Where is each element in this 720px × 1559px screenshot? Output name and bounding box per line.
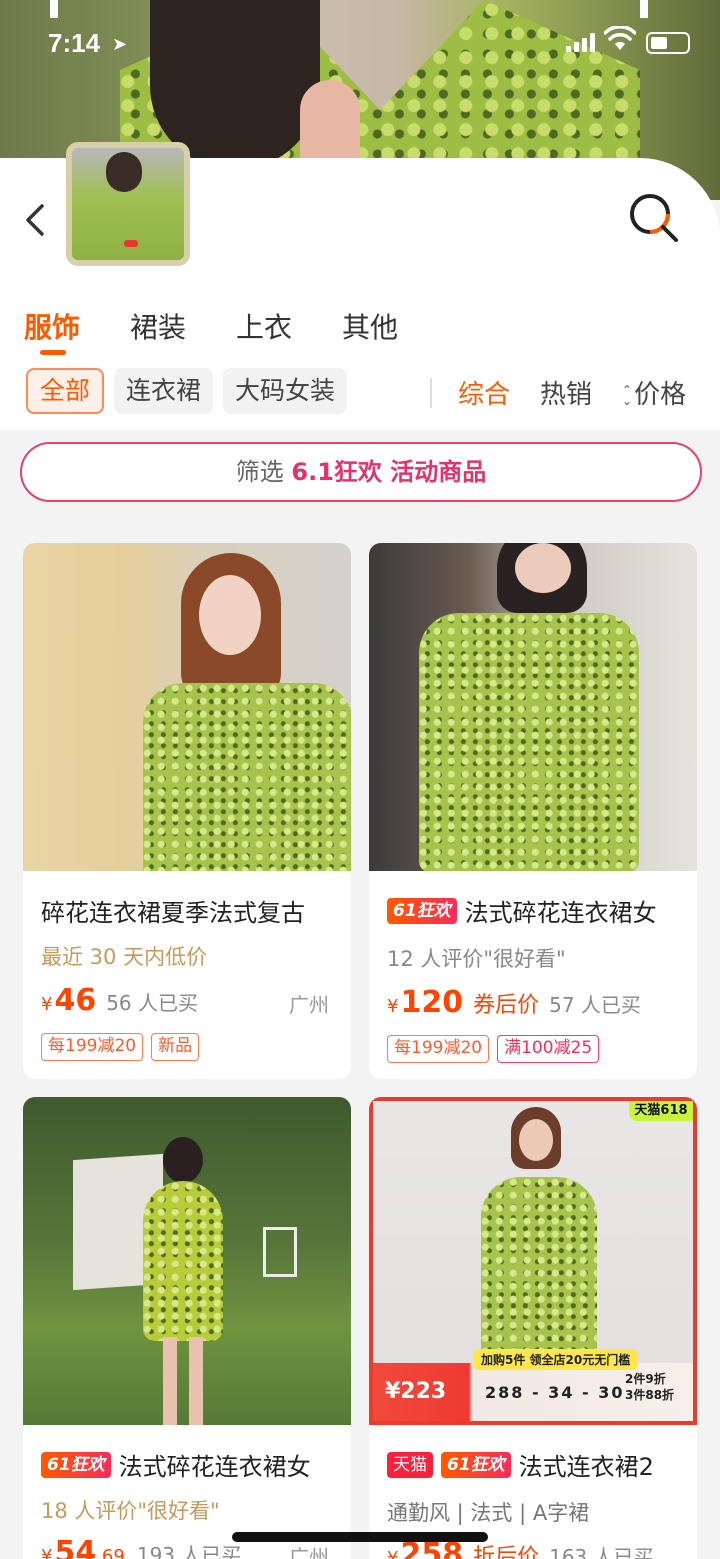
price-line: ¥120 券后价 57 人已买: [387, 985, 641, 1020]
product-title: 法式连衣裙2: [518, 1453, 654, 1481]
product-image: [369, 543, 697, 871]
promo-banner: 加购5件 领全店20元无门槛 ¥223 288 - 34 - 30 2件9折 3…: [373, 1349, 693, 1421]
model-figure: [409, 543, 659, 871]
promo-highlight: 6.1狂欢 活动商品: [291, 458, 487, 486]
product-title-row: 61狂欢 法式碎花连衣裙女: [41, 1447, 311, 1482]
product-title: 法式碎花连衣裙女: [464, 899, 657, 927]
ship-city: 广州: [289, 1545, 329, 1559]
model-figure: [473, 1107, 603, 1367]
tmall-618-corner-badge: 天猫618: [629, 1101, 693, 1121]
tab-shangyi[interactable]: 上衣: [236, 306, 292, 346]
banner-discount: 2件9折 3件88折: [625, 1372, 675, 1402]
live-thumbnail[interactable]: [66, 142, 190, 266]
model-figure: [133, 1127, 233, 1425]
product-card[interactable]: 61狂欢 法式碎花连衣裙女 18 人评价"很好看" ¥54.69 193 人已买…: [23, 1097, 351, 1559]
sort-price[interactable]: ⌃ ⌄价格: [622, 374, 686, 411]
product-image: [23, 543, 351, 871]
product-title-row: 天猫 61狂欢 法式连衣裙2: [387, 1447, 654, 1482]
price-after-coupon-label: 券后价: [473, 993, 540, 1018]
product-card[interactable]: 天猫618 加购5件 领全店20元无门槛 ¥223 288 - 34 - 30 …: [369, 1097, 697, 1559]
coupon-tag: 每199减20: [387, 1035, 490, 1063]
ship-city: 广州: [289, 993, 329, 1017]
tab-fushi[interactable]: 服饰: [24, 306, 80, 355]
coupon-tags: 每199减20 满100减25: [387, 1035, 600, 1063]
sold-count: 57 人已买: [549, 993, 641, 1017]
filter-dress[interactable]: 连衣裙: [114, 368, 214, 414]
tag-61-festival: 61狂欢: [41, 1451, 111, 1478]
coupon-tag: 新品: [151, 1033, 200, 1061]
product-title: 碎花连衣裙夏季法式复古: [41, 899, 305, 927]
chevron-left-icon[interactable]: [18, 200, 52, 240]
signal-icon: [566, 32, 595, 52]
product-subtitle: 12 人评价"很好看": [387, 947, 566, 971]
status-bar: 7:14 ➤: [0, 22, 720, 66]
product-subtitle: 18 人评价"很好看": [41, 1499, 220, 1523]
battery-icon: [646, 32, 690, 54]
tag-61-festival: 61狂欢: [387, 897, 457, 924]
hero-edge-right: [640, 0, 648, 18]
filter-chips: 全部 连衣裙 大码女装: [26, 368, 348, 414]
product-title: 法式碎花连衣裙女: [118, 1453, 311, 1481]
sort-options: 综合 热销 ⌃ ⌄价格: [458, 374, 686, 411]
product-subtitle: 通勤风 | 法式 | A字裙: [387, 1501, 590, 1525]
model-figure: [133, 553, 351, 871]
banner-yellow-label: 加购5件 领全店20元无门槛: [473, 1349, 639, 1370]
tag-tmall: 天猫: [387, 1451, 433, 1478]
product-card[interactable]: 碎花连衣裙夏季法式复古 最近 30 天内低价 ¥46 56 人已买 广州 每19…: [23, 543, 351, 1079]
search-icon[interactable]: [626, 190, 680, 244]
price: ¥54.69: [41, 1535, 125, 1559]
price: ¥120: [387, 985, 464, 1020]
price: ¥46: [41, 983, 97, 1018]
coupon-tag: 每199减20: [41, 1033, 144, 1061]
live-thumbnail-image: [72, 148, 184, 260]
divider: [430, 378, 432, 408]
hero-edge-left: [50, 0, 58, 18]
product-subtitle: 最近 30 天内低价: [41, 945, 208, 969]
filter-plus-size[interactable]: 大码女装: [223, 368, 348, 414]
sort-overall[interactable]: 综合: [458, 374, 510, 411]
coupon-tags: 每199减20 新品: [41, 1033, 200, 1061]
sold-count: 56 人已买: [106, 991, 199, 1015]
sort-hot[interactable]: 热销: [540, 374, 592, 411]
product-card[interactable]: 61狂欢 法式碎花连衣裙女 12 人评价"很好看" ¥120 券后价 57 人已…: [369, 543, 697, 1079]
status-time: 7:14: [48, 28, 101, 58]
tab-qunzhuang[interactable]: 裙装: [130, 306, 186, 346]
product-image: [23, 1097, 351, 1425]
wifi-icon: [604, 26, 636, 50]
promo-filter-button[interactable]: 筛选 6.1狂欢 活动商品: [20, 442, 702, 502]
garden-chair: [263, 1227, 297, 1277]
hero-hands: [300, 80, 360, 170]
product-title-row: 61狂欢 法式碎花连衣裙女: [387, 893, 657, 928]
sort-arrows-icon: ⌃ ⌄: [622, 382, 633, 408]
home-indicator[interactable]: [232, 1532, 488, 1542]
sold-count: 193 人已买: [136, 1543, 242, 1559]
promo-prefix: 筛选: [235, 458, 284, 486]
price-line: ¥54.69 193 人已买: [41, 1535, 241, 1559]
coupon-tag: 满100减25: [497, 1035, 600, 1063]
tab-qita[interactable]: 其他: [342, 306, 398, 346]
product-image: 天猫618 加购5件 领全店20元无门槛 ¥223 288 - 34 - 30 …: [369, 1097, 697, 1425]
sort-price-label: 价格: [634, 380, 687, 410]
tag-61-festival: 61狂欢: [441, 1451, 511, 1478]
sold-count: 163 人已买: [549, 1545, 654, 1559]
category-tabs: 服饰 裙装 上衣 其他: [24, 306, 398, 355]
banner-numbers: 288 - 34 - 30: [485, 1383, 625, 1402]
location-arrow-icon: ➤: [112, 34, 128, 55]
banner-price: ¥223: [385, 1379, 447, 1404]
filter-all[interactable]: 全部: [26, 368, 105, 414]
price-line: ¥46 56 人已买: [41, 983, 198, 1018]
price-discount-label: 折后价: [473, 1545, 540, 1559]
